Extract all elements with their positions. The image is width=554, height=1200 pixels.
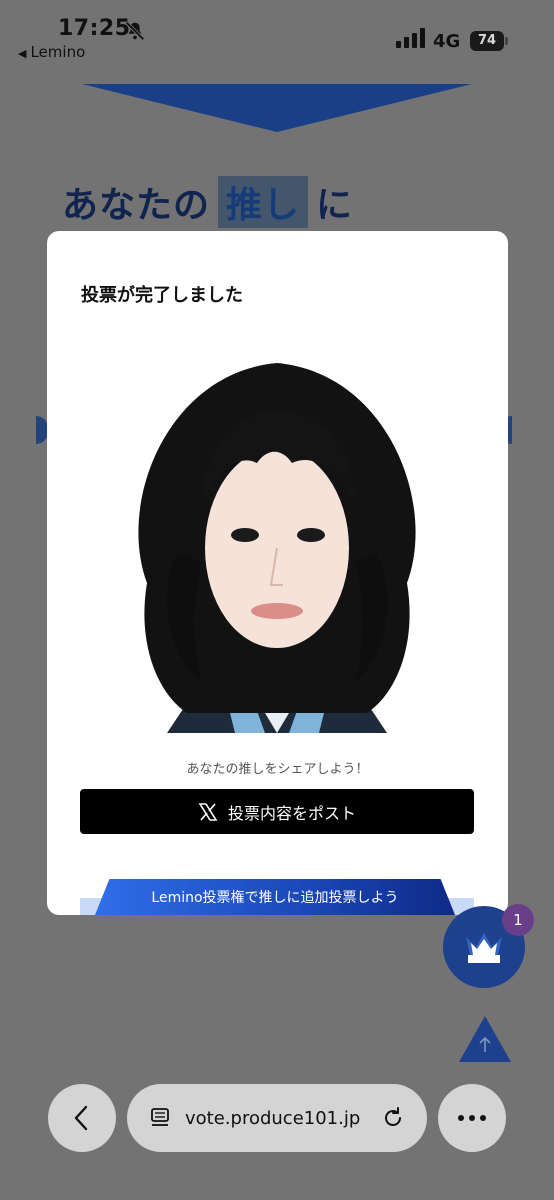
hero-title-after: に bbox=[316, 185, 354, 226]
scroll-to-top-button[interactable] bbox=[459, 1016, 511, 1062]
address-bar[interactable]: vote.produce101.jp bbox=[127, 1084, 427, 1152]
back-triangle-icon: ◀ bbox=[18, 47, 27, 60]
header-chevron-shape bbox=[82, 84, 472, 132]
extra-vote-label: Lemino投票権で推しに追加投票しよう bbox=[151, 890, 399, 906]
signal-icon bbox=[396, 28, 425, 48]
x-logo-icon bbox=[198, 802, 218, 821]
reload-icon[interactable] bbox=[381, 1106, 405, 1130]
network-type: 4G bbox=[433, 31, 461, 52]
modal-title: 投票が完了しました bbox=[81, 285, 243, 306]
extra-vote-button[interactable]: Lemino投票権で推しに追加投票しよう bbox=[95, 879, 455, 915]
hero-title-highlight: 推し bbox=[218, 176, 309, 228]
back-app-label: Lemino bbox=[30, 43, 86, 61]
crown-icon bbox=[466, 933, 502, 963]
status-time: 17:25 bbox=[58, 16, 131, 41]
battery-icon: 74 bbox=[470, 31, 508, 51]
hero-title: あなたの 推しに bbox=[62, 176, 353, 228]
vote-complete-modal: 投票が完了しました あなたの推しをシェアしよう！ 投票内容をポスト Lemino… bbox=[47, 231, 508, 915]
url-text: vote.produce101.jp bbox=[185, 1107, 361, 1129]
back-to-app-link[interactable]: ◀ Lemino bbox=[18, 43, 85, 61]
battery-level: 74 bbox=[470, 31, 504, 51]
post-to-x-button[interactable]: 投票内容をポスト bbox=[80, 789, 474, 834]
chevron-left-icon bbox=[74, 1105, 88, 1131]
more-options-button[interactable] bbox=[438, 1084, 506, 1152]
reader-icon bbox=[151, 1108, 169, 1126]
browser-back-button[interactable] bbox=[48, 1084, 116, 1152]
hero-title-before: あなたの bbox=[62, 185, 211, 226]
share-prompt: あなたの推しをシェアしよう！ bbox=[186, 762, 369, 777]
page: 17:25 ◀ Lemino 4G 74 あなたの 推しに 投票が完了しました … bbox=[0, 0, 554, 1200]
trainee-portrait-image bbox=[107, 353, 447, 733]
post-button-label: 投票内容をポスト bbox=[227, 803, 356, 823]
bell-slash-icon bbox=[125, 21, 145, 41]
more-icon bbox=[458, 1115, 486, 1121]
vote-count-badge: 1 bbox=[502, 904, 534, 936]
status-bar: 17:25 ◀ Lemino 4G 74 bbox=[0, 0, 554, 70]
browser-toolbar: vote.produce101.jp bbox=[0, 1070, 554, 1200]
